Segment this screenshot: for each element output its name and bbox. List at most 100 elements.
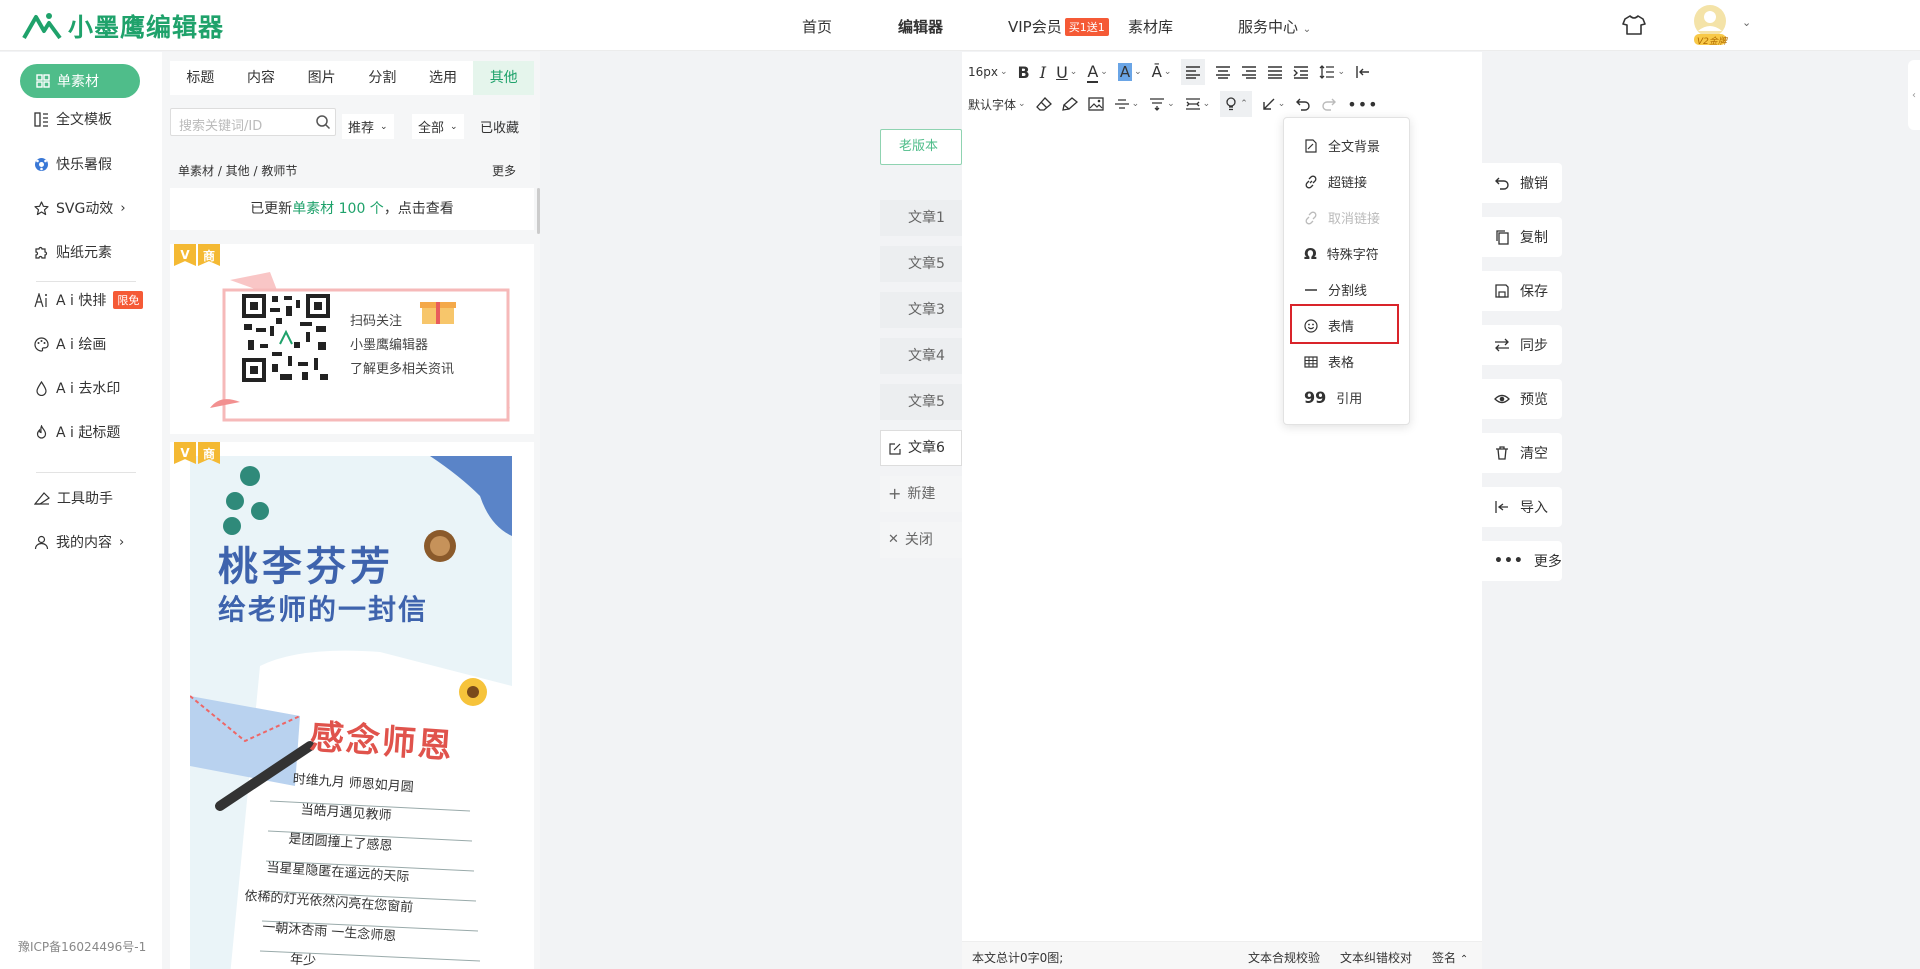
leftnav-templates[interactable]: 全文模板 bbox=[34, 109, 112, 129]
clear-button[interactable]: 清空 bbox=[1482, 433, 1562, 473]
font-color-icon[interactable]: A ⌄ bbox=[1087, 59, 1108, 85]
article-tab[interactable]: 文章3 bbox=[880, 292, 962, 328]
menu-item-full-background[interactable]: 全文背景 bbox=[1304, 136, 1380, 155]
exit-icon[interactable] bbox=[1355, 59, 1371, 85]
signature-button[interactable]: 签名 ⌃ bbox=[1432, 949, 1468, 966]
chevron-down-icon[interactable]: ⌄ bbox=[1742, 16, 1751, 29]
logo-icon bbox=[22, 11, 62, 41]
avatar[interactable]: V2金牌 bbox=[1686, 3, 1734, 47]
text-indent-icon[interactable]: ⌄ bbox=[1185, 91, 1210, 117]
leftnav-my-content[interactable]: 我的内容 › bbox=[34, 532, 124, 552]
menu-item-label: 特殊字符 bbox=[1326, 248, 1379, 263]
leftnav-single-material[interactable]: 单素材 bbox=[20, 64, 140, 98]
text-effect-icon[interactable]: Ā ⌄ bbox=[1152, 59, 1172, 85]
leftnav-svg[interactable]: SVG动效 › bbox=[34, 198, 126, 218]
compliance-check-button[interactable]: 文本合规校验 bbox=[1248, 949, 1320, 966]
underline-icon[interactable]: U ⌄ bbox=[1056, 59, 1077, 85]
bold-icon[interactable]: B bbox=[1018, 59, 1030, 85]
tab-selected[interactable]: 选用 bbox=[413, 61, 474, 95]
search-input[interactable]: 搜索关键词/ID bbox=[170, 108, 336, 136]
sort-dropdown[interactable]: 推荐 ⌄ bbox=[342, 114, 394, 139]
nav-vip-label: VIP会员 bbox=[1008, 18, 1062, 36]
divider bbox=[36, 472, 136, 473]
leftnav-ai-draw[interactable]: A i 绘画 bbox=[34, 334, 106, 354]
material-card-qr[interactable]: V 商 扫码关注 小墨鹰编辑器 了解更多相关资讯 bbox=[170, 244, 534, 434]
leftnav-tools[interactable]: 工具助手 bbox=[34, 488, 113, 508]
leftnav-label: 快乐暑假 bbox=[56, 157, 112, 173]
align-left-icon[interactable] bbox=[1181, 59, 1206, 85]
menu-item-table[interactable]: 表格 bbox=[1304, 352, 1354, 371]
tshirt-icon[interactable] bbox=[1622, 14, 1646, 36]
format-brush-icon[interactable] bbox=[1061, 91, 1078, 117]
nav-vip[interactable]: VIP会员 买1送1 bbox=[1008, 16, 1109, 37]
material-card-poster[interactable]: V 商 桃李芬芳 给老师的一封信 感念师恩 时维九月 师恩如月圆 当皓月遇见教师… bbox=[170, 442, 534, 969]
indent-icon[interactable] bbox=[1293, 59, 1309, 85]
new-article-button[interactable]: + 新建 bbox=[880, 476, 962, 512]
tab-content[interactable]: 内容 bbox=[231, 61, 292, 95]
update-notice[interactable]: 已更新单素材 100 个，点击查看 bbox=[170, 188, 534, 230]
font-size-select[interactable]: 16px ⌄ bbox=[968, 59, 1008, 85]
line-height-icon[interactable]: ⌄ bbox=[1319, 59, 1345, 85]
leftnav-summer[interactable]: 快乐暑假 bbox=[34, 154, 112, 174]
favorites-link[interactable]: 已收藏 bbox=[474, 114, 525, 139]
article-tab-active[interactable]: 文章6 bbox=[880, 430, 962, 466]
undo-icon[interactable] bbox=[1295, 91, 1311, 117]
align-justify-icon[interactable] bbox=[1267, 59, 1283, 85]
nav-library[interactable]: 素材库 bbox=[1128, 16, 1173, 37]
menu-item-special-char[interactable]: Ω 特殊字符 bbox=[1304, 244, 1379, 264]
copy-button[interactable]: 复制 bbox=[1482, 217, 1562, 257]
nav-service[interactable]: 服务中心 ⌄ bbox=[1238, 16, 1311, 37]
highlight-color-icon[interactable]: A ⌄ bbox=[1117, 59, 1142, 85]
logo[interactable]: 小墨鹰编辑器 bbox=[22, 8, 224, 44]
font-family-select[interactable]: 默认字体 ⌄ bbox=[968, 91, 1026, 117]
article-tab[interactable]: 文章4 bbox=[880, 338, 962, 374]
article-tab[interactable]: 文章1 bbox=[880, 200, 962, 236]
category-dropdown[interactable]: 全部 ⌄ bbox=[412, 114, 464, 139]
save-button[interactable]: 保存 bbox=[1482, 271, 1562, 311]
close-article-button[interactable]: ✕ 关闭 bbox=[880, 522, 962, 558]
font-family-value: 默认字体 bbox=[968, 97, 1017, 112]
preview-button[interactable]: 预览 bbox=[1482, 379, 1562, 419]
nav-home[interactable]: 首页 bbox=[802, 16, 832, 37]
icp-record[interactable]: 豫ICP备16024496号-1 bbox=[18, 938, 146, 955]
article-tab[interactable]: 文章5 bbox=[880, 384, 962, 420]
search-placeholder: 搜索关键词/ID bbox=[179, 119, 263, 134]
menu-item-hyperlink[interactable]: 超链接 bbox=[1304, 172, 1367, 191]
image-icon[interactable] bbox=[1087, 91, 1104, 117]
leftnav-ai-watermark[interactable]: A i 去水印 bbox=[34, 378, 120, 398]
eraser-icon[interactable] bbox=[1035, 91, 1052, 117]
lightbulb-icon[interactable]: ⌃ bbox=[1220, 91, 1252, 117]
more-dots-icon[interactable]: ••• bbox=[1347, 91, 1378, 117]
proofread-button[interactable]: 文本纠错校对 bbox=[1340, 949, 1412, 966]
sync-button[interactable]: 同步 bbox=[1482, 325, 1562, 365]
nav-editor[interactable]: 编辑器 bbox=[898, 16, 943, 37]
italic-icon[interactable]: I bbox=[1040, 59, 1046, 85]
menu-item-divider-line[interactable]: 分割线 bbox=[1304, 280, 1367, 299]
old-version-button[interactable]: 老版本 bbox=[880, 129, 962, 165]
action-label: 复制 bbox=[1520, 230, 1548, 246]
leftnav-ai-layout[interactable]: A i 快排 限免 bbox=[34, 290, 144, 310]
more-button[interactable]: ••• 更多 bbox=[1482, 541, 1562, 581]
tab-title[interactable]: 标题 bbox=[170, 61, 231, 95]
align-center-icon[interactable] bbox=[1215, 59, 1231, 85]
tab-other[interactable]: 其他 bbox=[473, 61, 535, 95]
leftnav-ai-title[interactable]: A i 起标题 bbox=[34, 422, 120, 442]
search-icon[interactable] bbox=[315, 114, 331, 130]
collapse-panel-handle[interactable]: ‹ bbox=[1908, 60, 1920, 130]
arrow-icon[interactable]: ⌄ bbox=[1262, 91, 1285, 117]
import-button[interactable]: 导入 bbox=[1482, 487, 1562, 527]
paragraph-spacing-icon[interactable]: ⌄ bbox=[1149, 91, 1175, 117]
leftnav-stickers[interactable]: 贴纸元素 bbox=[34, 242, 112, 262]
more-link[interactable]: 更多 bbox=[492, 162, 516, 179]
panel-scrollbar[interactable] bbox=[537, 188, 540, 234]
menu-item-label: 超链接 bbox=[1328, 176, 1368, 191]
article-tab[interactable]: 文章5 bbox=[880, 246, 962, 282]
tab-image[interactable]: 图片 bbox=[291, 61, 352, 95]
align-right-icon[interactable] bbox=[1241, 59, 1257, 85]
undo-button[interactable]: 撤销 bbox=[1482, 163, 1562, 203]
strikethrough-icon[interactable]: ⌄ bbox=[1114, 91, 1139, 117]
tab-divider[interactable]: 分割 bbox=[352, 61, 413, 95]
redo-icon[interactable] bbox=[1321, 91, 1337, 117]
menu-item-quote[interactable]: 99 引用 bbox=[1304, 388, 1362, 407]
breadcrumb[interactable]: 单素材 / 其他 / 教师节 bbox=[178, 162, 297, 179]
